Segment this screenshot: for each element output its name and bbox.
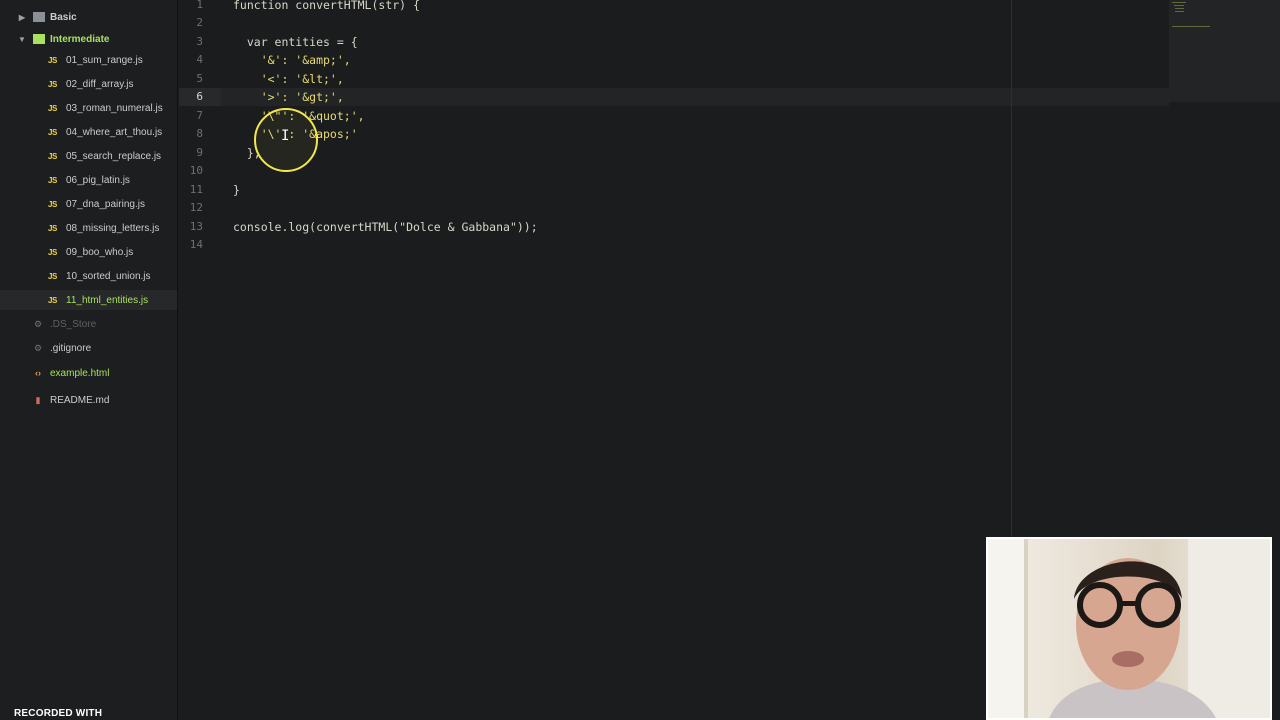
minimap[interactable] <box>1169 0 1280 102</box>
line-number: 7 <box>196 109 203 122</box>
line-number: 5 <box>196 72 203 85</box>
file-item[interactable]: JS 06_pig_latin.js <box>0 170 177 190</box>
line-number: 9 <box>196 146 203 159</box>
line-number: 10 <box>189 164 203 177</box>
line-number: 4 <box>196 53 203 66</box>
line-number: 14 <box>189 238 203 251</box>
file-label: 11_html_entities.js <box>66 294 149 306</box>
file-item[interactable]: ⚙ .DS_Store <box>0 314 177 334</box>
folder-open-icon <box>33 34 45 44</box>
code-line[interactable]: console.log(convertHTML("Dolce & Gabbana… <box>233 218 538 236</box>
line-number: 3 <box>196 35 203 48</box>
file-label: 08_missing_letters.js <box>66 222 160 234</box>
js-icon: JS <box>48 295 57 305</box>
code-line[interactable]: '<': '&lt;', <box>233 70 344 88</box>
file-label: .DS_Store <box>50 318 97 330</box>
file-item[interactable]: JS 10_sorted_union.js <box>0 266 177 286</box>
line-number: 1 <box>196 0 203 11</box>
file-label: 01_sum_range.js <box>66 54 143 66</box>
js-icon: JS <box>48 247 57 257</box>
code-line[interactable]: var entities = { <box>233 33 358 51</box>
folder-label: Basic <box>50 11 77 23</box>
file-item[interactable]: JS 05_search_replace.js <box>0 146 177 166</box>
recorded-with-label: RECORDED WITH <box>14 708 103 719</box>
file-item[interactable]: JS 07_dna_pairing.js <box>0 194 177 214</box>
line-number: 13 <box>189 220 203 233</box>
js-icon: JS <box>48 151 57 161</box>
file-item[interactable]: JS 08_missing_letters.js <box>0 218 177 238</box>
folder-icon <box>33 12 45 22</box>
file-label: 02_diff_array.js <box>66 78 134 90</box>
file-label: 10_sorted_union.js <box>66 270 151 282</box>
tree-view: ▶ Basic ▼ Intermediate JS 01_sum_range.j… <box>0 0 178 720</box>
file-label: 03_roman_numeral.js <box>66 102 163 114</box>
line-number: 2 <box>196 16 203 29</box>
file-label: 07_dna_pairing.js <box>66 198 145 210</box>
chevron-right-icon[interactable]: ▶ <box>16 13 28 22</box>
file-item[interactable]: JS 09_boo_who.js <box>0 242 177 262</box>
file-item[interactable]: ‹› example.html <box>0 363 177 383</box>
file-label: example.html <box>50 367 110 379</box>
code-line[interactable]: } <box>233 181 240 199</box>
file-item-selected[interactable]: JS 11_html_entities.js <box>0 290 177 310</box>
line-number: 8 <box>196 127 203 140</box>
gear-icon: ⚙ <box>33 342 43 353</box>
file-label: 05_search_replace.js <box>66 150 162 162</box>
file-label: 06_pig_latin.js <box>66 174 130 186</box>
file-item[interactable]: ▮ README.md <box>0 390 177 410</box>
file-item[interactable]: JS 04_where_art_thou.js <box>0 122 177 142</box>
gear-icon: ⚙ <box>33 318 43 329</box>
js-icon: JS <box>48 271 57 281</box>
presenter-video <box>988 539 1270 718</box>
code-line[interactable]: '&': '&amp;', <box>233 51 351 69</box>
code-line[interactable]: function convertHTML(str) { <box>233 0 420 14</box>
line-number-active: 6 <box>196 90 203 103</box>
line-number: 12 <box>189 201 203 214</box>
js-icon: JS <box>48 127 57 137</box>
file-label: 04_where_art_thou.js <box>66 126 163 138</box>
ibeam-cursor-icon: I <box>281 128 290 144</box>
folder-basic[interactable]: ▶ Basic <box>0 7 177 27</box>
folder-label: Intermediate <box>50 33 110 45</box>
code-icon: ‹› <box>35 368 41 378</box>
js-icon: JS <box>48 223 57 233</box>
file-label: .gitignore <box>50 342 92 354</box>
js-icon: JS <box>48 175 57 185</box>
webcam-overlay <box>986 537 1272 720</box>
file-item[interactable]: JS 01_sum_range.js <box>0 50 177 70</box>
folder-intermediate[interactable]: ▼ Intermediate <box>0 29 177 49</box>
file-item[interactable]: JS 02_diff_array.js <box>0 74 177 94</box>
line-number: 11 <box>189 183 203 196</box>
file-item[interactable]: JS 03_roman_numeral.js <box>0 98 177 118</box>
js-icon: JS <box>48 55 57 65</box>
file-label: README.md <box>50 394 110 406</box>
js-icon: JS <box>48 79 57 89</box>
chevron-down-icon[interactable]: ▼ <box>16 35 28 44</box>
file-label: 09_boo_who.js <box>66 246 134 258</box>
file-item[interactable]: ⚙ .gitignore <box>0 338 177 358</box>
code-line-active[interactable]: '>': '&gt;', <box>233 88 344 106</box>
js-icon: JS <box>48 103 57 113</box>
js-icon: JS <box>48 199 57 209</box>
book-icon: ▮ <box>35 394 41 405</box>
